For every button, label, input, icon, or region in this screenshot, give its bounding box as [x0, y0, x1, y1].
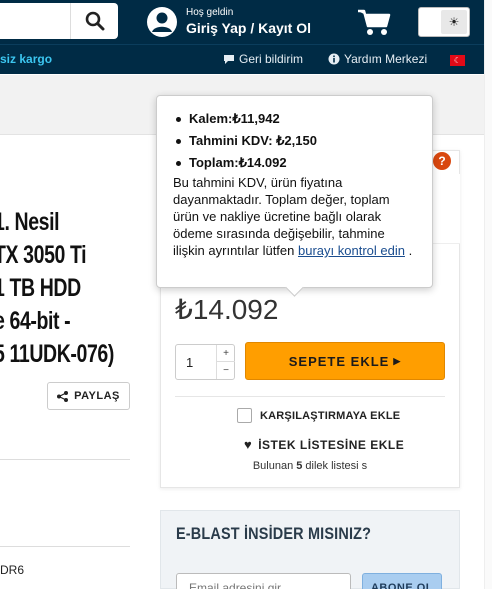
compare-label: KARŞILAŞTIRMAYA EKLE [260, 409, 401, 422]
feedback-link[interactable]: Geri bildirim [223, 52, 303, 66]
divider [0, 459, 130, 460]
cart-button[interactable] [357, 8, 391, 41]
share-label: PAYLAŞ [74, 390, 120, 402]
compare-checkbox[interactable]: KARŞILAŞTIRMAYA EKLE [237, 408, 400, 423]
quantity-stepper[interactable]: 1 + − [175, 344, 235, 380]
wishlist-label: İSTEK LİSTESİNE EKLE [258, 437, 405, 452]
list-item: Toplam:₺14.092 [173, 152, 418, 174]
product-title-line: 5 11UDK-076) [0, 340, 114, 368]
caret-right-icon: ▶ [393, 355, 402, 366]
comment-icon [224, 54, 234, 64]
share-button[interactable]: PAYLAŞ [47, 382, 130, 410]
subscribe-button[interactable]: ABONE OL [362, 573, 442, 589]
found-prefix: Bulunan [252, 460, 297, 472]
help-center-label: Yardım Merkezi [344, 52, 428, 66]
email-field[interactable] [176, 573, 351, 589]
user-icon [147, 7, 177, 37]
quantity-decrease-button[interactable]: − [216, 362, 235, 379]
list-item: Tahmini KDV: ₺2,150 [173, 130, 418, 152]
top-header: Hoş geldin Giriş Yap / Kayıt Ol ☀ [0, 0, 492, 44]
help-icon[interactable]: ? [433, 152, 451, 170]
theme-toggle[interactable]: ☀ [418, 7, 470, 37]
checkbox[interactable] [237, 408, 252, 423]
search-icon [85, 11, 104, 31]
free-cargo-link[interactable]: siz kargo [0, 52, 52, 66]
product-title: 1. Nesil TX 3050 Ti 1 TB HDD e 64-bit - … [0, 206, 114, 371]
add-to-wishlist-button[interactable]: ♥ İSTEK LİSTESİNE EKLE [244, 437, 404, 452]
sun-icon: ☀ [441, 10, 467, 34]
item-label: Kalem: [189, 111, 233, 126]
info-icon [328, 53, 340, 65]
feedback-label: Geri bildirim [239, 52, 304, 66]
wishlist-count-text: Bulunan 5 dilek listesi s [160, 460, 460, 472]
item-value: ₺2,150 [276, 133, 317, 148]
greeting-text: Hoş geldin [186, 7, 234, 18]
search-button[interactable] [70, 3, 118, 39]
add-to-cart-button[interactable]: SEPETE EKLE ▶ [245, 342, 445, 380]
product-title-line: TX 3050 Ti [0, 241, 87, 269]
add-to-cart-label: SEPETE EKLE [288, 353, 390, 369]
spec-text: DR6 [0, 563, 25, 577]
share-icon [57, 390, 69, 402]
help-center-link[interactable]: Yardım Merkezi [328, 52, 427, 66]
sub-header: siz kargo Geri bildirim Yardım Merkezi ☾ [0, 44, 492, 74]
note-end: . [404, 243, 413, 258]
turkey-flag-icon[interactable]: ☾ [450, 55, 465, 66]
check-here-link[interactable]: burayı kontrol edin [298, 243, 405, 258]
divider [175, 396, 445, 397]
quantity-value[interactable]: 1 [186, 355, 193, 370]
divider [0, 546, 130, 547]
cart-icon [358, 9, 391, 35]
list-item: Kalem:₺11,942 [173, 108, 418, 130]
scrollbar[interactable] [484, 0, 492, 589]
newsletter-title: E-BLAST İNSİDER MISINIZ? [176, 524, 372, 543]
item-value: ₺11,942 [232, 111, 280, 126]
product-title-line: 1 TB HDD [0, 274, 81, 302]
product-price: ₺14.092 [175, 294, 279, 325]
item-label: Tahmini KDV: [189, 133, 277, 148]
item-label: Toplam: [189, 155, 239, 170]
heart-icon: ♥ [244, 437, 253, 452]
tax-breakdown-list: Kalem:₺11,942 Tahmini KDV: ₺2,150 Toplam… [173, 108, 418, 174]
product-title-line: 1. Nesil [0, 208, 60, 236]
found-suffix: dilek listesi s [302, 460, 368, 472]
account-link[interactable]: Hoş geldin Giriş Yap / Kayıt Ol [146, 6, 311, 38]
login-register-link[interactable]: Giriş Yap / Kayıt Ol [186, 19, 311, 37]
product-title-line: e 64-bit - [0, 307, 71, 335]
quantity-increase-button[interactable]: + [216, 345, 235, 362]
item-value: ₺14.092 [238, 155, 287, 170]
tax-estimate-tooltip: Kalem:₺11,942 Tahmini KDV: ₺2,150 Toplam… [156, 95, 433, 288]
tax-note: Bu tahmini KDV, ürün fiyatına dayanmakta… [173, 174, 418, 259]
